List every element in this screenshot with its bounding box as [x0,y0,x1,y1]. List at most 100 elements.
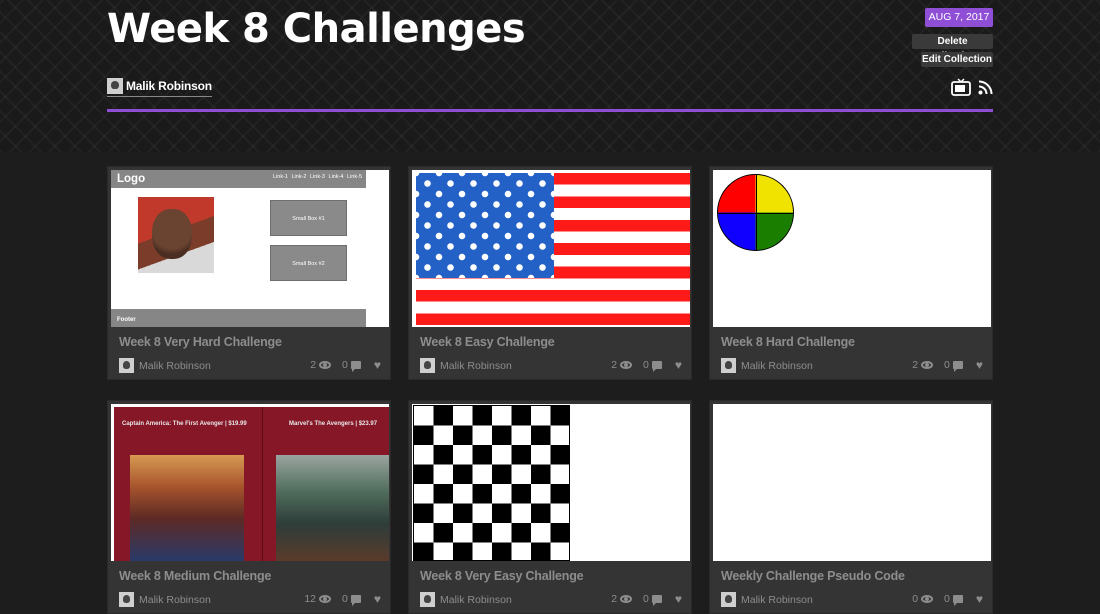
collection-author-link[interactable]: Malik Robinson [107,77,212,97]
heart-icon[interactable]: ♥ [374,593,381,605]
challenge-card[interactable]: Logo Link-1 Link-2 Link-3 Link-4 Link-5 … [107,166,391,380]
card-author[interactable]: Malik Robinson [119,358,211,373]
card-stats: 2 0 ♥ [611,359,682,372]
comment-count: 0 [342,593,348,605]
avatar [721,592,736,607]
avatar [420,358,435,373]
card-title[interactable]: Week 8 Easy Challenge [420,335,555,349]
avatar [721,358,736,373]
flag-canton [416,173,554,278]
pie-drawing [717,174,794,251]
card-author[interactable]: Malik Robinson [721,358,813,373]
mock-footer: Footer [111,309,366,327]
comment-icon[interactable] [651,595,662,606]
view-count: 12 [304,593,317,605]
comment-count: 0 [643,593,649,605]
comment-icon[interactable] [952,361,963,372]
card-title[interactable]: Week 8 Hard Challenge [721,335,855,349]
eye-icon [319,595,332,603]
card-title[interactable]: Week 8 Medium Challenge [119,569,271,583]
comment-icon[interactable] [651,361,662,372]
card-thumbnail[interactable]: Logo Link-1 Link-2 Link-3 Link-4 Link-5 … [111,170,389,327]
checkerboard-drawing [413,405,570,561]
heart-icon[interactable]: ♥ [976,359,983,371]
card-author-name: Malik Robinson [440,593,512,606]
heart-icon[interactable]: ♥ [976,593,983,605]
eye-icon [319,361,332,369]
date-badge: AUG 7, 2017 [925,8,993,27]
eye-icon [620,595,633,603]
view-count: 2 [611,359,618,371]
comment-icon[interactable] [350,361,361,372]
card-title[interactable]: Weekly Challenge Pseudo Code [721,569,905,583]
heart-icon[interactable]: ♥ [675,593,682,605]
comment-count: 0 [342,359,348,371]
challenge-card[interactable]: Week 8 Very Easy Challenge Malik Robinso… [408,400,692,614]
delete-collection-button[interactable]: Delete Collection [912,34,993,62]
mock-links: Link-1 Link-2 Link-3 Link-4 Link-5 [272,174,362,180]
card-thumbnail[interactable] [713,404,991,561]
card-stats: 2 0 ♥ [912,359,983,372]
card-author[interactable]: Malik Robinson [420,592,512,607]
mock-box-1: Small Box #1 [270,200,347,236]
card-author-name: Malik Robinson [741,593,813,606]
card-title[interactable]: Week 8 Very Easy Challenge [420,569,584,583]
card-thumbnail[interactable] [713,170,991,327]
movie-poster [130,455,244,561]
card-thumbnail[interactable] [412,170,690,327]
movie-poster [276,455,389,561]
card-stats: 0 0 ♥ [912,593,983,606]
avatar [119,592,134,607]
movie-caption-1: Captain America: The First Avenger | $19… [122,421,247,427]
card-author[interactable]: Malik Robinson [420,358,512,373]
comment-icon[interactable] [952,595,963,606]
author-name: Malik Robinson [126,78,212,93]
movie-listing-drawing: Captain America: The First Avenger | $19… [114,407,389,561]
challenge-card[interactable]: Week 8 Easy Challenge Malik Robinson 2 0… [408,166,692,380]
challenge-card[interactable]: Captain America: The First Avenger | $19… [107,400,391,614]
view-count: 0 [912,593,919,605]
avatar [107,77,123,94]
card-stats: 2 0 ♥ [310,359,381,372]
tv-icon[interactable] [951,78,971,96]
view-count: 2 [310,359,317,371]
flag-drawing [416,173,690,325]
card-author-name: Malik Robinson [741,359,813,372]
heart-icon[interactable]: ♥ [675,359,682,371]
comment-count: 0 [643,359,649,371]
eye-icon [620,361,633,369]
card-author[interactable]: Malik Robinson [119,592,211,607]
page-title: Week 8 Challenges [107,6,526,52]
challenge-card[interactable]: Weekly Challenge Pseudo Code Malik Robin… [709,400,993,614]
movie-caption-2: Marvel's The Avengers | $23.97 [289,421,378,427]
rss-icon[interactable] [978,80,993,95]
view-count: 2 [912,359,919,371]
edit-collection-button[interactable]: Edit Collection [921,52,993,67]
card-thumbnail[interactable] [412,404,690,561]
comment-icon[interactable] [350,595,361,606]
card-stats: 2 0 ♥ [611,593,682,606]
challenge-card[interactable]: Week 8 Hard Challenge Malik Robinson 2 0… [709,166,993,380]
mock-photo [138,197,214,273]
eye-icon [921,595,934,603]
card-title[interactable]: Week 8 Very Hard Challenge [119,335,282,349]
eye-icon [921,361,934,369]
card-stats: 12 0 ♥ [304,593,381,606]
avatar [420,592,435,607]
card-thumbnail[interactable]: Captain America: The First Avenger | $19… [111,404,389,561]
view-count: 2 [611,593,618,605]
card-author[interactable]: Malik Robinson [721,592,813,607]
heart-icon[interactable]: ♥ [374,359,381,371]
mock-box-2: Small Box #2 [270,245,347,281]
collection-header: Week 8 Challenges AUG 7, 2017 Delete Col… [0,0,1100,152]
comment-count: 0 [944,593,950,605]
mock-logo: Logo [117,173,146,185]
movie-divider [262,407,263,561]
card-author-name: Malik Robinson [440,359,512,372]
comment-count: 0 [944,359,950,371]
header-divider [107,109,993,112]
avatar [119,358,134,373]
card-author-name: Malik Robinson [139,359,211,372]
mock-header: Logo Link-1 Link-2 Link-3 Link-4 Link-5 [111,170,366,188]
card-author-name: Malik Robinson [139,593,211,606]
